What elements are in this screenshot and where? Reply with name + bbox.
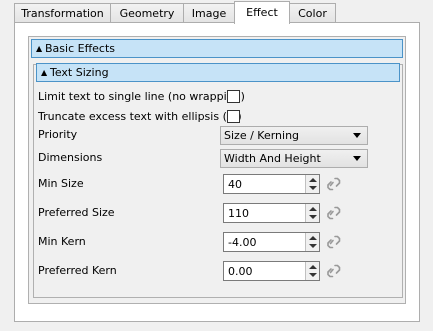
spin-down-icon[interactable] (309, 215, 317, 219)
dimensions-value: Width And Height (224, 152, 321, 165)
priority-label: Priority (38, 128, 78, 141)
min-size-value: 40 (228, 178, 242, 191)
spin-down-icon[interactable] (309, 273, 317, 277)
min-kern-stepper[interactable]: -4.00 (223, 232, 320, 252)
link-icon[interactable] (326, 205, 342, 221)
basic-effects-title: Basic Effects (45, 42, 116, 55)
min-kern-value: -4.00 (228, 236, 257, 249)
tab-geometry[interactable]: Geometry (110, 3, 184, 23)
ellipsis-label: Truncate excess text with ellipsis (...) (38, 110, 242, 123)
link-icon[interactable] (326, 263, 342, 279)
spin-down-icon[interactable] (309, 244, 317, 248)
text-sizing-title: Text Sizing (50, 66, 109, 79)
tab-effect[interactable]: Effect (234, 1, 290, 24)
priority-value: Size / Kerning (224, 129, 300, 142)
min-size-label: Min Size (38, 177, 84, 190)
min-kern-label: Min Kern (38, 235, 86, 248)
dropdown-arrow-icon (353, 133, 361, 138)
tab-bar: Transformation Geometry Image Effect Col… (0, 0, 433, 24)
text-sizing-group: ▲ Text Sizing Limit text to single line (… (33, 63, 403, 298)
tab-content-pane: ▲ Basic Effects ▲ Text Sizing Limit text t… (14, 22, 420, 322)
spin-up-icon[interactable] (309, 265, 317, 269)
spin-buttons[interactable] (305, 204, 319, 222)
spin-buttons[interactable] (305, 175, 319, 193)
preferred-kern-stepper[interactable]: 0.00 (223, 261, 320, 281)
min-size-stepper[interactable]: 40 (223, 174, 320, 194)
preferred-kern-label: Preferred Kern (38, 264, 117, 277)
text-sizing-header[interactable]: ▲ Text Sizing (36, 63, 400, 82)
tab-image[interactable]: Image (183, 3, 235, 23)
spin-buttons[interactable] (305, 233, 319, 251)
single-line-checkbox[interactable] (227, 90, 240, 103)
basic-effects-header[interactable]: ▲ Basic Effects (31, 39, 403, 58)
link-icon[interactable] (326, 176, 342, 192)
dimensions-label: Dimensions (38, 151, 103, 164)
tab-color[interactable]: Color (289, 3, 336, 23)
basic-effects-group: ▲ Basic Effects ▲ Text Sizing Limit text t… (28, 36, 406, 304)
dimensions-select[interactable]: Width And Height (220, 149, 368, 168)
collapse-arrow-icon: ▲ (36, 44, 43, 53)
link-icon[interactable] (326, 234, 342, 250)
spin-up-icon[interactable] (309, 178, 317, 182)
spin-buttons[interactable] (305, 262, 319, 280)
tab-transformation[interactable]: Transformation (14, 3, 111, 23)
ellipsis-checkbox[interactable] (227, 110, 240, 123)
preferred-size-label: Preferred Size (38, 206, 115, 219)
preferred-kern-value: 0.00 (228, 265, 253, 278)
dropdown-arrow-icon (353, 156, 361, 161)
preferred-size-value: 110 (228, 207, 249, 220)
spin-up-icon[interactable] (309, 207, 317, 211)
spin-up-icon[interactable] (309, 236, 317, 240)
preferred-size-stepper[interactable]: 110 (223, 203, 320, 223)
single-line-label: Limit text to single line (no wrapping) (38, 90, 245, 103)
spin-down-icon[interactable] (309, 186, 317, 190)
priority-select[interactable]: Size / Kerning (220, 126, 368, 145)
collapse-arrow-icon: ▲ (41, 68, 48, 77)
